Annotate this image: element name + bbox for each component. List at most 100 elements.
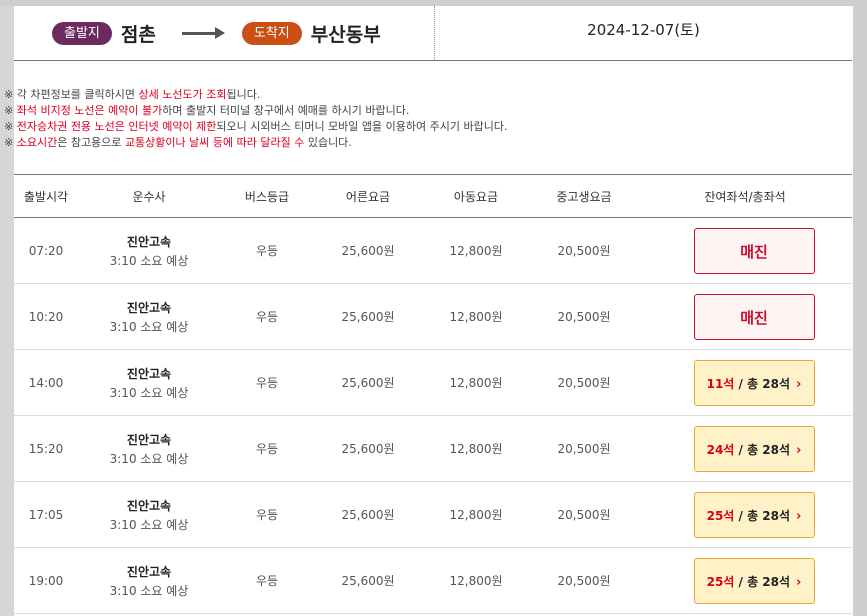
travel-date: 2024-12-07(토) [587,21,700,39]
duration: 3:10 소요 예상 [109,451,189,466]
departure-time: 07:20 [28,243,64,258]
origin-badge: 출발지 [52,21,112,45]
bus-grade: 우등 [255,310,279,324]
header-seats: 잔여좌석/총좌석 [704,189,786,204]
departure-time: 10:20 [28,309,64,324]
bus-grade: 우등 [255,574,279,588]
notice-item: ※ 좌석 비지정 노선은 예약이 불가하며 출발지 터미널 창구에서 예매를 하… [4,104,410,117]
company-cell: 진안고속 3:10 소요 예상 [78,233,220,269]
bus-grade: 우등 [255,244,279,258]
company-name: 진안고속 [126,498,172,513]
duration: 3:10 소요 예상 [109,583,189,598]
student-fare: 20,500원 [557,376,611,390]
bus-grade: 우등 [255,442,279,456]
child-fare: 12,800원 [449,508,503,522]
company-cell: 진안고속 3:10 소요 예상 [78,431,220,467]
seats-cell: 25석 / 총 28석 › [638,491,852,538]
seats-cell: 매진 [638,227,852,274]
duration: 3:10 소요 예상 [109,517,189,532]
route-summary: 출발지 점촌 도착지 부산동부 [52,6,381,60]
company-cell: 진안고속 3:10 소요 예상 [78,299,220,335]
header-departure-time: 출발시각 [23,189,69,204]
company-cell: 진안고속 3:10 소요 예상 [78,563,220,599]
schedule-table: 출발시각 운수사 버스등급 어른요금 아동요금 중고생요금 잔여좌석/총좌석 0… [14,174,852,614]
page: 출발지 점촌 도착지 부산동부 2024-12-07(토) ※ 각 차편정보를 … [0,0,867,616]
header-child-fare: 아동요금 [453,189,499,204]
child-fare: 12,800원 [449,376,503,390]
total-seats: / 총 28석 [734,574,791,589]
table-row[interactable]: 17:05 진안고속 3:10 소요 예상 우등 25,600원 12,800원 … [14,482,852,548]
child-fare: 12,800원 [449,574,503,588]
child-fare: 12,800원 [449,442,503,456]
header-adult-fare: 어른요금 [345,189,391,204]
student-fare: 20,500원 [557,310,611,324]
soldout-button[interactable]: 매진 [693,227,815,274]
header-student-fare: 중고생요금 [556,189,612,204]
duration: 3:10 소요 예상 [109,253,189,268]
notice-list: ※ 각 차편정보를 클릭하시면 상세 노선도가 조회됩니다. ※ 좌석 비지정 … [4,87,507,151]
select-seats-button[interactable]: 24석 / 총 28석 › [693,425,815,472]
table-row[interactable]: 10:20 진안고속 3:10 소요 예상 우등 25,600원 12,800원 … [14,284,852,350]
notice-item: ※ 각 차편정보를 클릭하시면 상세 노선도가 조회됩니다. [4,88,261,101]
adult-fare: 25,600원 [341,244,395,258]
table-row[interactable]: 15:20 진안고속 3:10 소요 예상 우등 25,600원 12,800원 … [14,416,852,482]
seats-cell: 11석 / 총 28석 › [638,359,852,406]
student-fare: 20,500원 [557,442,611,456]
seats-cell: 25석 / 총 28석 › [638,557,852,604]
table-row[interactable]: 07:20 진안고속 3:10 소요 예상 우등 25,600원 12,800원 … [14,218,852,284]
student-fare: 20,500원 [557,244,611,258]
notice-item: ※ 전자승차권 전용 노선은 인터넷 예약이 제한되오니 시외버스 티머니 모바… [4,120,508,133]
soldout-button[interactable]: 매진 [693,293,815,340]
company-name: 진안고속 [126,234,172,249]
company-cell: 진안고속 3:10 소요 예상 [78,497,220,533]
select-seats-button[interactable]: 11석 / 총 28석 › [693,359,815,406]
adult-fare: 25,600원 [341,310,395,324]
top-edge [0,0,867,6]
adult-fare: 25,600원 [341,442,395,456]
seats-cell: 매진 [638,293,852,340]
departure-time: 14:00 [28,375,64,390]
duration: 3:10 소요 예상 [109,319,189,334]
route-bar: 출발지 점촌 도착지 부산동부 2024-12-07(토) [14,6,852,61]
company-cell: 진안고속 3:10 소요 예상 [78,365,220,401]
dest-badge: 도착지 [241,21,302,45]
departure-time: 15:20 [28,441,64,456]
company-name: 진안고속 [126,564,172,579]
chevron-right-icon: › [796,574,802,590]
header-company: 운수사 [132,189,166,204]
dest-city: 부산동부 [310,23,381,46]
header-bus-grade: 버스등급 [244,189,290,204]
chevron-right-icon: › [796,508,802,524]
departure-time: 17:05 [28,507,64,522]
table-row[interactable]: 19:00 진안고속 3:10 소요 예상 우등 25,600원 12,800원 … [14,548,852,614]
right-arrow-icon [181,26,225,39]
scrollbar-track[interactable] [853,0,867,616]
bus-grade: 우등 [255,376,279,390]
company-name: 진안고속 [126,366,172,381]
seats-cell: 24석 / 총 28석 › [638,425,852,472]
available-seats: 24석 [706,442,735,457]
adult-fare: 25,600원 [341,508,395,522]
company-name: 진안고속 [126,432,172,447]
available-seats: 25석 [706,574,735,589]
select-seats-button[interactable]: 25석 / 총 28석 › [693,557,815,604]
company-name: 진안고속 [126,300,172,315]
chevron-right-icon: › [796,376,802,392]
select-seats-button[interactable]: 25석 / 총 28석 › [693,491,815,538]
available-seats: 11석 [706,376,735,391]
notice-item: ※ 소요시간은 참고용으로 교통상황이나 날씨 등에 따라 달라질 수 있습니다… [4,136,352,149]
total-seats: / 총 28석 [734,508,791,523]
total-seats: / 총 28석 [734,442,791,457]
chevron-right-icon: › [796,442,802,458]
bus-grade: 우등 [255,508,279,522]
child-fare: 12,800원 [449,310,503,324]
child-fare: 12,800원 [449,244,503,258]
table-header: 출발시각 운수사 버스등급 어른요금 아동요금 중고생요금 잔여좌석/총좌석 [14,174,852,218]
duration: 3:10 소요 예상 [109,385,189,400]
adult-fare: 25,600원 [341,376,395,390]
departure-time: 19:00 [28,573,64,588]
student-fare: 20,500원 [557,574,611,588]
student-fare: 20,500원 [557,508,611,522]
origin-city: 점촌 [120,23,156,46]
table-row[interactable]: 14:00 진안고속 3:10 소요 예상 우등 25,600원 12,800원 … [14,350,852,416]
